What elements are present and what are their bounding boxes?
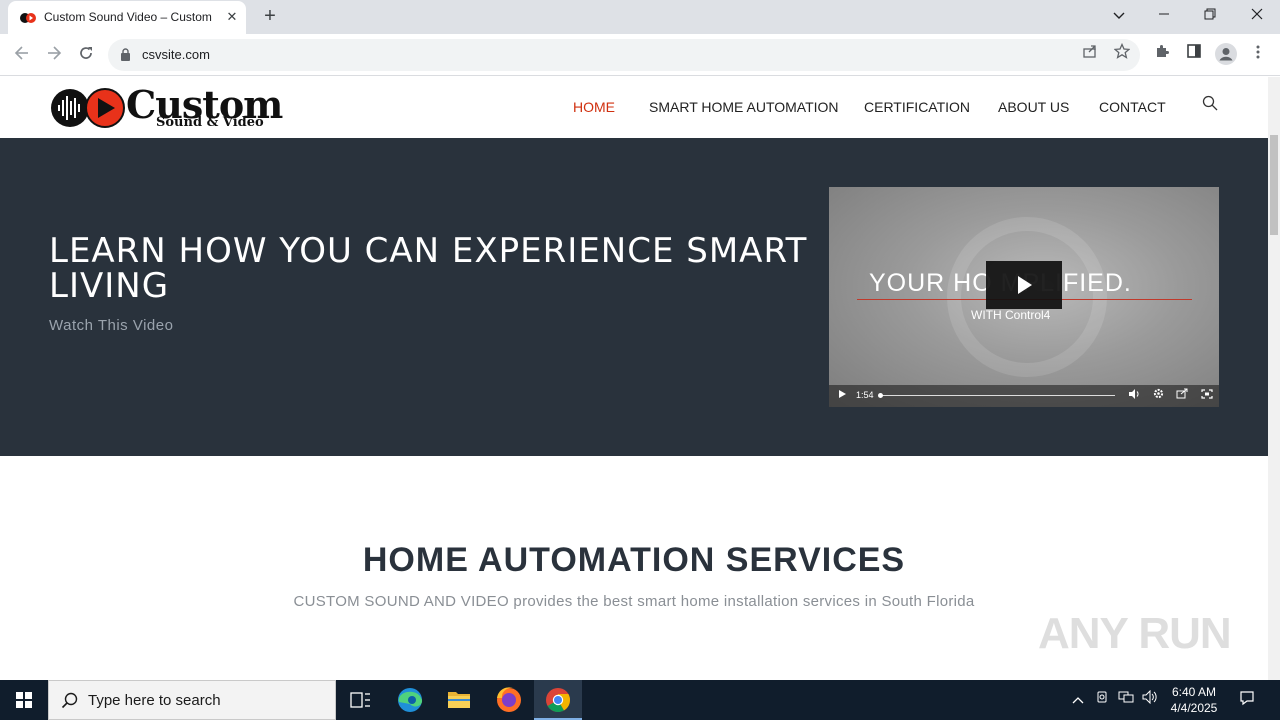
- bookmark-star-icon[interactable]: [1110, 42, 1134, 67]
- video-player[interactable]: YOUR HO MPLIFIED. WITH Control4 1:54: [829, 187, 1219, 407]
- share-video-icon[interactable]: [1174, 388, 1190, 404]
- windows-taskbar: Type here to search 6:40 AM 4/4/2025: [0, 680, 1280, 720]
- browser-tab-strip: Custom Sound Video – Custom ✕ +: [0, 0, 1280, 34]
- close-tab-icon[interactable]: ✕: [224, 9, 240, 25]
- video-controls: 1:54: [829, 385, 1219, 407]
- scrollbar-thumb[interactable]: [1270, 135, 1278, 235]
- address-bar[interactable]: csvsite.com: [108, 39, 1140, 71]
- video-play-button[interactable]: [986, 261, 1062, 309]
- clock-date: 4/4/2025: [1170, 701, 1218, 715]
- hero-title: LEARN HOW YOU CAN EXPERIENCE SMART LIVIN…: [49, 231, 808, 306]
- fullscreen-icon[interactable]: [1199, 388, 1215, 404]
- nav-home[interactable]: HOME: [573, 99, 615, 115]
- web-page: Custom Sound & Video HOME SMART HOME AUT…: [0, 77, 1268, 680]
- play-icon: [1018, 276, 1032, 294]
- video-progress-handle[interactable]: [878, 393, 883, 398]
- browser-toolbar: csvsite.com: [0, 34, 1280, 76]
- taskbar-search-box[interactable]: Type here to search: [48, 680, 336, 720]
- services-title: HOME AUTOMATION SERVICES: [362, 541, 906, 579]
- reload-icon[interactable]: [74, 43, 98, 67]
- clock-time: 6:40 AM: [1171, 685, 1217, 699]
- new-tab-icon[interactable]: +: [260, 6, 280, 26]
- taskbar-search-placeholder: Type here to search: [88, 692, 221, 709]
- hero-section: LEARN HOW YOU CAN EXPERIENCE SMART LIVIN…: [0, 138, 1268, 456]
- tab-search-chevron-icon[interactable]: [1105, 4, 1133, 26]
- small-play-icon[interactable]: [834, 388, 850, 404]
- site-favicon-icon: [20, 13, 36, 23]
- settings-gear-icon[interactable]: [1150, 388, 1166, 404]
- extensions-puzzle-icon[interactable]: [1150, 43, 1174, 67]
- site-header: Custom Sound & Video HOME SMART HOME AUT…: [0, 77, 1268, 138]
- lock-icon: [121, 48, 130, 61]
- forward-arrow-icon[interactable]: [42, 43, 66, 67]
- minimize-icon[interactable]: [1150, 4, 1178, 26]
- start-windows-icon[interactable]: [0, 680, 48, 720]
- device-tray-icon[interactable]: [1092, 690, 1112, 710]
- site-logo[interactable]: Custom Sound & Video: [50, 82, 283, 131]
- chrome-icon[interactable]: [534, 680, 582, 720]
- video-duration: 1:54: [856, 390, 874, 400]
- video-brand-text: WITH Control4: [971, 308, 1051, 322]
- back-arrow-icon[interactable]: [10, 43, 34, 67]
- nav-smart-home-automation[interactable]: SMART HOME AUTOMATION: [649, 99, 839, 115]
- side-panel-icon[interactable]: [1182, 43, 1206, 67]
- logo-tagline: Sound & Video: [156, 115, 264, 130]
- nav-about-us[interactable]: ABOUT US: [998, 99, 1069, 115]
- file-explorer-icon[interactable]: [435, 680, 483, 720]
- profile-avatar-icon[interactable]: [1214, 43, 1238, 67]
- anyrun-watermark: ANY RUN: [1038, 609, 1232, 658]
- volume-icon[interactable]: [1126, 388, 1142, 404]
- firefox-icon[interactable]: [485, 680, 533, 720]
- task-view-icon[interactable]: [336, 680, 384, 720]
- url-text: csvsite.com: [142, 47, 210, 62]
- nav-certification[interactable]: CERTIFICATION: [864, 99, 970, 115]
- volume-tray-icon[interactable]: [1140, 689, 1160, 710]
- browser-menu-icon[interactable]: [1246, 43, 1270, 67]
- hero-subtitle: Watch This Video: [49, 317, 174, 334]
- share-icon[interactable]: [1078, 43, 1102, 67]
- tab-title: Custom Sound Video – Custom: [44, 10, 212, 24]
- network-icon[interactable]: [1116, 690, 1136, 710]
- taskbar-search-icon: [61, 692, 78, 709]
- close-window-icon[interactable]: [1243, 4, 1271, 26]
- video-progress-track[interactable]: [880, 395, 1115, 396]
- notifications-icon[interactable]: [1237, 690, 1257, 710]
- edge-browser-icon[interactable]: [386, 680, 434, 720]
- page-scrollbar[interactable]: [1268, 77, 1280, 680]
- nav-contact[interactable]: CONTACT: [1099, 99, 1166, 115]
- show-hidden-icons-chevron-icon[interactable]: [1068, 690, 1088, 710]
- logo-mark-icon: [51, 88, 125, 128]
- services-subtitle: CUSTOM SOUND AND VIDEO provides the best…: [293, 593, 975, 610]
- restore-icon[interactable]: [1196, 4, 1224, 26]
- search-icon[interactable]: [1202, 95, 1218, 111]
- taskbar-clock[interactable]: 6:40 AM 4/4/2025: [1162, 684, 1226, 716]
- browser-tab[interactable]: Custom Sound Video – Custom ✕: [8, 1, 246, 34]
